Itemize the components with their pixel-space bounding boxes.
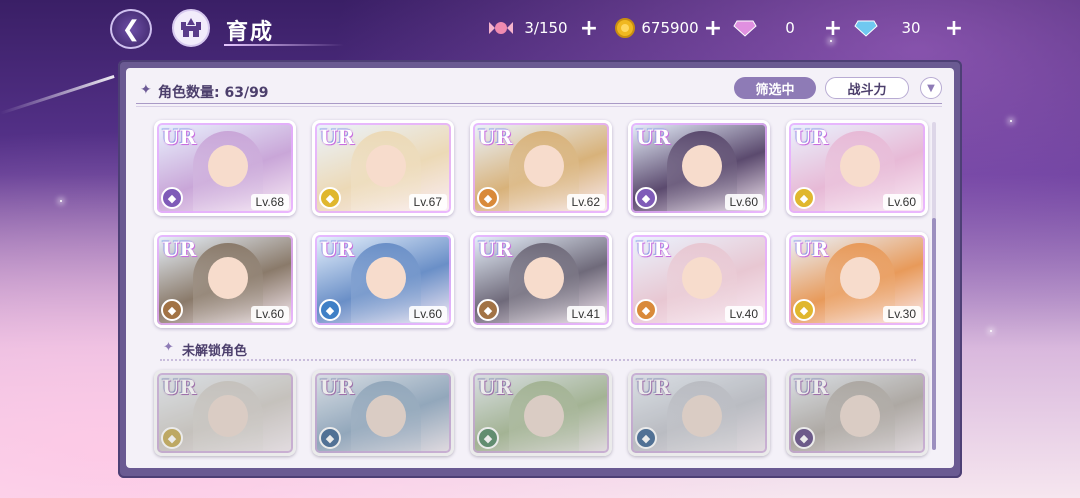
character-panel: ✦ 角色数量: 63/99 筛选中 战斗力 ▼ UR ◆ Lv.68 UR ◆ Lv.67… <box>126 68 954 468</box>
castle-icon <box>181 18 201 37</box>
background-light-streak <box>0 74 115 115</box>
sort-order-button[interactable]: ▼ <box>920 77 942 99</box>
sort-button[interactable]: 战斗力 <box>825 77 909 99</box>
back-arrow-icon: ❮ <box>121 16 141 42</box>
panel-header: ✦ 角色数量: 63/99 筛选中 战斗力 ▼ <box>126 68 954 106</box>
character-card[interactable]: UR ◆ Lv.30 <box>786 232 928 328</box>
gold-resource: 675900 + <box>612 14 724 42</box>
character-card[interactable]: UR ◆ Lv.62 <box>470 120 612 216</box>
element-icon: ◆ <box>793 299 815 321</box>
locked-character-card[interactable]: UR ◆ <box>154 370 296 456</box>
rarity-badge: UR <box>162 375 197 399</box>
rarity-badge: UR <box>478 125 513 149</box>
background-sparkle <box>60 200 62 202</box>
character-level: Lv.41 <box>566 306 605 322</box>
character-level: Lv.67 <box>408 194 447 210</box>
title-decoration <box>224 44 344 46</box>
character-level: Lv.60 <box>724 194 763 210</box>
star-icon: ✦ <box>163 340 174 355</box>
background-sparkle <box>990 330 992 332</box>
rarity-badge: UR <box>794 375 829 399</box>
character-level: Lv.40 <box>724 306 763 322</box>
element-icon: ◆ <box>635 427 657 449</box>
pink-diamond-count: 0 <box>785 19 795 37</box>
character-level: Lv.60 <box>408 306 447 322</box>
rarity-badge: UR <box>478 375 513 399</box>
header-divider <box>136 103 942 104</box>
blue-diamond-resource: 30 + <box>853 14 965 42</box>
rarity-badge: UR <box>636 237 671 261</box>
star-icon: ✦ <box>140 82 152 98</box>
home-button[interactable] <box>172 9 210 47</box>
character-card[interactable]: UR ◆ Lv.60 <box>628 120 770 216</box>
character-level: Lv.60 <box>882 194 921 210</box>
character-level: Lv.60 <box>250 306 289 322</box>
locked-section-label: 未解锁角色 <box>182 344 248 359</box>
element-icon: ◆ <box>635 299 657 321</box>
blue-diamond-icon <box>853 17 879 39</box>
pink-diamond-resource: 0 + <box>732 14 844 42</box>
element-icon: ◆ <box>319 427 341 449</box>
locked-character-card[interactable]: UR ◆ <box>786 370 928 456</box>
gold-coin-icon <box>612 17 638 39</box>
locked-character-card[interactable]: UR ◆ <box>470 370 612 456</box>
rarity-badge: UR <box>636 375 671 399</box>
element-icon: ◆ <box>319 299 341 321</box>
element-icon: ◆ <box>161 427 183 449</box>
character-card[interactable]: UR ◆ Lv.41 <box>470 232 612 328</box>
character-level: Lv.68 <box>250 194 289 210</box>
add-pink-diamond-button[interactable]: + <box>822 16 844 41</box>
add-gold-button[interactable]: + <box>702 16 724 41</box>
header-divider <box>136 106 942 107</box>
element-icon: ◆ <box>793 427 815 449</box>
candy-resource: 3/150 + <box>488 14 600 42</box>
candy-icon <box>488 17 514 39</box>
element-icon: ◆ <box>477 299 499 321</box>
page-title: 育成 <box>226 19 275 45</box>
gold-count: 675900 <box>641 19 699 37</box>
scrollbar-thumb[interactable] <box>932 218 936 450</box>
chevron-down-icon: ▼ <box>927 82 935 94</box>
rarity-badge: UR <box>794 237 829 261</box>
rarity-badge: UR <box>320 125 355 149</box>
character-card[interactable]: UR ◆ Lv.67 <box>312 120 454 216</box>
element-icon: ◆ <box>161 187 183 209</box>
character-card[interactable]: UR ◆ Lv.40 <box>628 232 770 328</box>
character-level: Lv.30 <box>882 306 921 322</box>
rarity-badge: UR <box>162 125 197 149</box>
element-icon: ◆ <box>477 427 499 449</box>
character-card[interactable]: UR ◆ Lv.60 <box>786 120 928 216</box>
rarity-badge: UR <box>794 125 829 149</box>
character-level: Lv.62 <box>566 194 605 210</box>
candy-count: 3/150 <box>524 19 568 37</box>
background-sparkle <box>1010 120 1012 122</box>
blue-diamond-count: 30 <box>901 19 921 37</box>
add-candy-button[interactable]: + <box>578 16 600 41</box>
section-divider <box>160 359 916 361</box>
pink-diamond-icon <box>732 17 758 39</box>
element-icon: ◆ <box>635 187 657 209</box>
character-card[interactable]: UR ◆ Lv.60 <box>312 232 454 328</box>
rarity-badge: UR <box>162 237 197 261</box>
character-card[interactable]: UR ◆ Lv.68 <box>154 120 296 216</box>
top-bar: ❮ 育成 3/150 + 675900 + 0 + 30 + <box>0 0 1080 58</box>
locked-character-card[interactable]: UR ◆ <box>628 370 770 456</box>
element-icon: ◆ <box>319 187 341 209</box>
rarity-badge: UR <box>478 237 513 261</box>
element-icon: ◆ <box>161 299 183 321</box>
rarity-badge: UR <box>320 375 355 399</box>
add-blue-diamond-button[interactable]: + <box>943 16 965 41</box>
character-card[interactable]: UR ◆ Lv.60 <box>154 232 296 328</box>
element-icon: ◆ <box>477 187 499 209</box>
filter-button[interactable]: 筛选中 <box>734 77 816 99</box>
locked-character-card[interactable]: UR ◆ <box>312 370 454 456</box>
character-count: 角色数量: 63/99 <box>158 85 269 101</box>
element-icon: ◆ <box>793 187 815 209</box>
rarity-badge: UR <box>636 125 671 149</box>
rarity-badge: UR <box>320 237 355 261</box>
back-button[interactable]: ❮ <box>110 9 152 49</box>
